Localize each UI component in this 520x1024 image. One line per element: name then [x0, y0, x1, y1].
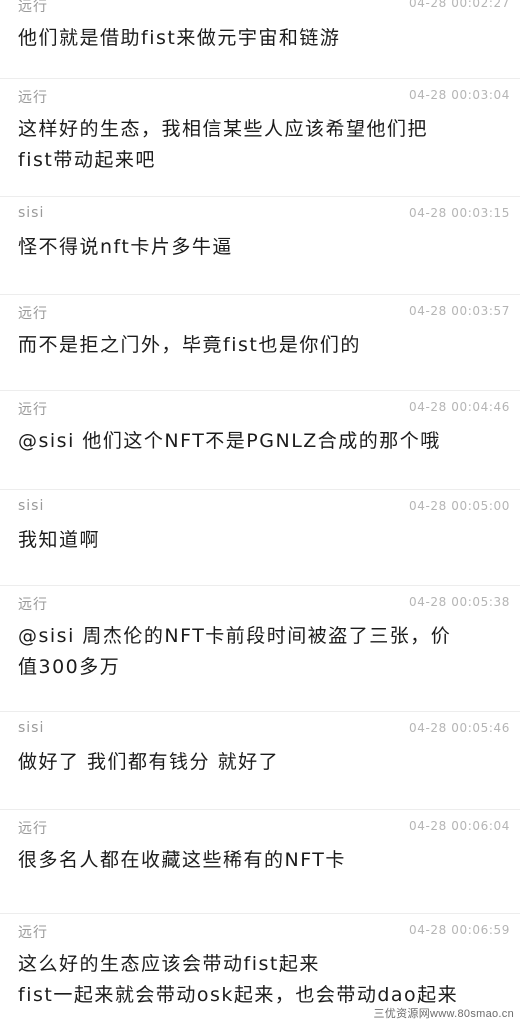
watermark: 三优资源网www.80smao.cn — [367, 1004, 520, 1024]
message-text[interactable]: 他们就是借助fist来做元宇宙和链游 — [18, 23, 506, 54]
message-line: 这么好的生态应该会带动fist起来 — [18, 953, 320, 975]
chat-message: 远行 04-28 00:06:04 很多名人都在收藏这些稀有的NFT卡 — [0, 810, 520, 914]
chat-message: 远行 04-28 00:05:38 @sisi 周杰伦的NFT卡前段时间被盗了三… — [0, 586, 520, 712]
message-text[interactable]: 怪不得说nft卡片多牛逼 — [18, 232, 506, 263]
message-time: 04-28 00:06:59 — [409, 923, 510, 937]
message-time: 04-28 00:05:46 — [409, 721, 510, 735]
message-line: 怪不得说nft卡片多牛逼 — [18, 236, 233, 258]
sender-name: sisi — [18, 498, 45, 514]
chat-message: 远行 04-28 00:04:46 @sisi 他们这个NFT不是PGNLZ合成… — [0, 391, 520, 490]
message-line: @sisi 他们这个NFT不是PGNLZ合成的那个哦 — [18, 430, 441, 452]
message-line: 很多名人都在收藏这些稀有的NFT卡 — [18, 849, 346, 871]
message-text[interactable]: 做好了 我们都有钱分 就好了 — [18, 747, 506, 778]
sender-name: 远行 — [18, 402, 48, 418]
message-line: 而不是拒之门外，毕竟fist也是你们的 — [18, 334, 361, 356]
chat-message: sisi 04-28 00:05:46 做好了 我们都有钱分 就好了 — [0, 712, 520, 810]
chat-log: 远行 04-28 00:02:27 他们就是借助fist来做元宇宙和链游 远行 … — [0, 0, 520, 1024]
sender-name: 远行 — [18, 821, 48, 837]
chat-message: sisi 04-28 00:03:15 怪不得说nft卡片多牛逼 — [0, 197, 520, 295]
message-time: 04-28 00:04:46 — [409, 400, 510, 414]
message-line: 他们就是借助fist来做元宇宙和链游 — [18, 27, 341, 49]
message-line: 我知道啊 — [18, 529, 101, 551]
message-text[interactable]: 这样好的生态，我相信某些人应该希望他们把 fist带动起来吧 — [18, 114, 506, 176]
message-time: 04-28 00:05:00 — [409, 499, 510, 513]
message-text[interactable]: 很多名人都在收藏这些稀有的NFT卡 — [18, 845, 506, 876]
sender-name: 远行 — [18, 90, 48, 106]
message-time: 04-28 00:05:38 — [409, 595, 510, 609]
chat-message: 远行 04-28 00:02:27 他们就是借助fist来做元宇宙和链游 — [0, 0, 520, 79]
message-text[interactable]: @sisi 周杰伦的NFT卡前段时间被盗了三张，价 值300多万 — [18, 621, 506, 683]
message-time: 04-28 00:03:15 — [409, 206, 510, 220]
sender-name: 远行 — [18, 925, 48, 941]
sender-name: sisi — [18, 205, 45, 221]
message-time: 04-28 00:03:57 — [409, 304, 510, 318]
sender-name: sisi — [18, 720, 45, 736]
message-text[interactable]: @sisi 他们这个NFT不是PGNLZ合成的那个哦 — [18, 426, 506, 457]
chat-message: 远行 04-28 00:03:04 这样好的生态，我相信某些人应该希望他们把 f… — [0, 79, 520, 197]
message-text[interactable]: 我知道啊 — [18, 525, 506, 556]
chat-message: 远行 04-28 00:03:57 而不是拒之门外，毕竟fist也是你们的 — [0, 295, 520, 391]
message-line: 这样好的生态，我相信某些人应该希望他们把 — [18, 118, 429, 140]
message-text[interactable]: 这么好的生态应该会带动fist起来 fist一起来就会带动osk起来，也会带动d… — [18, 949, 506, 1011]
chat-message: sisi 04-28 00:05:00 我知道啊 — [0, 490, 520, 586]
message-time: 04-28 00:06:04 — [409, 819, 510, 833]
sender-name: 远行 — [18, 0, 48, 15]
message-time: 04-28 00:02:27 — [409, 0, 510, 10]
message-line: @sisi 周杰伦的NFT卡前段时间被盗了三张，价 — [18, 625, 452, 647]
sender-name: 远行 — [18, 306, 48, 322]
message-text[interactable]: 而不是拒之门外，毕竟fist也是你们的 — [18, 330, 506, 361]
message-line: 值300多万 — [18, 656, 121, 678]
sender-name: 远行 — [18, 597, 48, 613]
message-line: 做好了 我们都有钱分 就好了 — [18, 751, 280, 773]
message-time: 04-28 00:03:04 — [409, 88, 510, 102]
message-line: fist带动起来吧 — [18, 149, 156, 171]
